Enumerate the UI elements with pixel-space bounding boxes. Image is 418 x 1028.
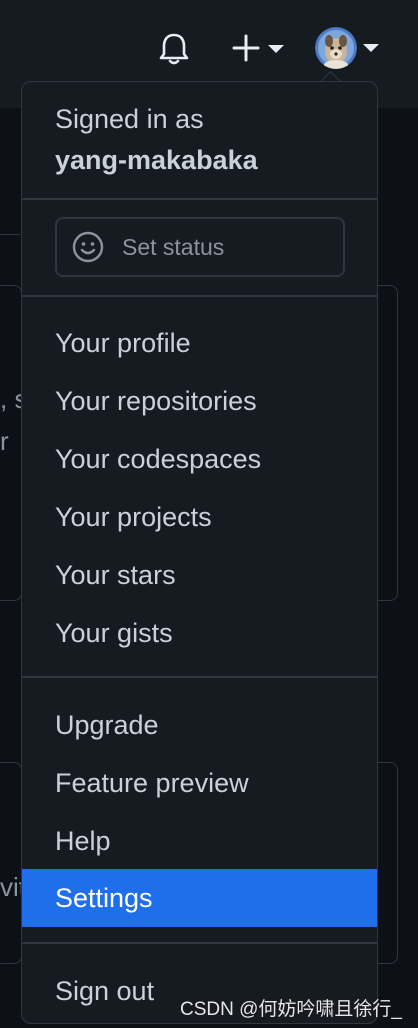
menu-item-your-gists[interactable]: Your gists xyxy=(22,604,377,662)
menu-item-feature-preview[interactable]: Feature preview xyxy=(22,754,377,812)
menu-item-upgrade[interactable]: Upgrade xyxy=(22,696,377,754)
menu-item-your-profile[interactable]: Your profile xyxy=(22,314,377,372)
watermark: CSDN @何妨吟啸且徐行_ xyxy=(180,999,402,1020)
menu-item-label: Settings xyxy=(55,883,153,913)
menu-item-help[interactable]: Help xyxy=(22,812,377,870)
menu-item-label: Your projects xyxy=(55,502,212,532)
signed-in-label: Signed in as xyxy=(55,104,204,134)
bell-icon[interactable] xyxy=(156,30,192,66)
menu-item-label: Feature preview xyxy=(55,768,249,798)
menu-item-label: Your codespaces xyxy=(55,444,262,474)
background-card-lower xyxy=(0,762,22,964)
menu-item-label: Your profile xyxy=(55,328,191,358)
menu-divider xyxy=(22,942,377,944)
menu-item-your-projects[interactable]: Your projects xyxy=(22,488,377,546)
plus-icon xyxy=(232,34,260,62)
sign-out-label: Sign out xyxy=(55,976,155,1006)
chevron-down-icon xyxy=(268,45,284,53)
menu-divider xyxy=(22,198,377,200)
menu-item-your-repositories[interactable]: Your repositories xyxy=(22,372,377,430)
background-divider xyxy=(0,234,20,235)
menu-divider xyxy=(22,676,377,678)
menu-item-label: Your stars xyxy=(55,560,176,590)
user-dropdown-menu: Signed in as yang-makabaka Set status Yo… xyxy=(21,81,378,1024)
menu-item-label: Your repositories xyxy=(55,386,257,416)
menu-item-label: Help xyxy=(55,826,111,856)
username[interactable]: yang-makabaka xyxy=(55,145,258,176)
menu-item-your-codespaces[interactable]: Your codespaces xyxy=(22,430,377,488)
user-menu-button[interactable] xyxy=(313,26,383,70)
create-new-button[interactable] xyxy=(230,30,290,66)
background-text-fragment: r xyxy=(0,426,9,456)
menu-item-label: Upgrade xyxy=(55,710,159,740)
set-status-label: Set status xyxy=(122,234,225,260)
menu-item-settings[interactable]: Settings xyxy=(22,869,377,927)
menu-divider xyxy=(22,295,377,297)
set-status-button[interactable]: Set status xyxy=(55,217,345,277)
smiley-icon xyxy=(72,231,104,263)
avatar[interactable] xyxy=(315,27,357,69)
menu-item-your-stars[interactable]: Your stars xyxy=(22,546,377,604)
chevron-down-icon xyxy=(363,44,379,52)
menu-item-label: Your gists xyxy=(55,618,173,648)
